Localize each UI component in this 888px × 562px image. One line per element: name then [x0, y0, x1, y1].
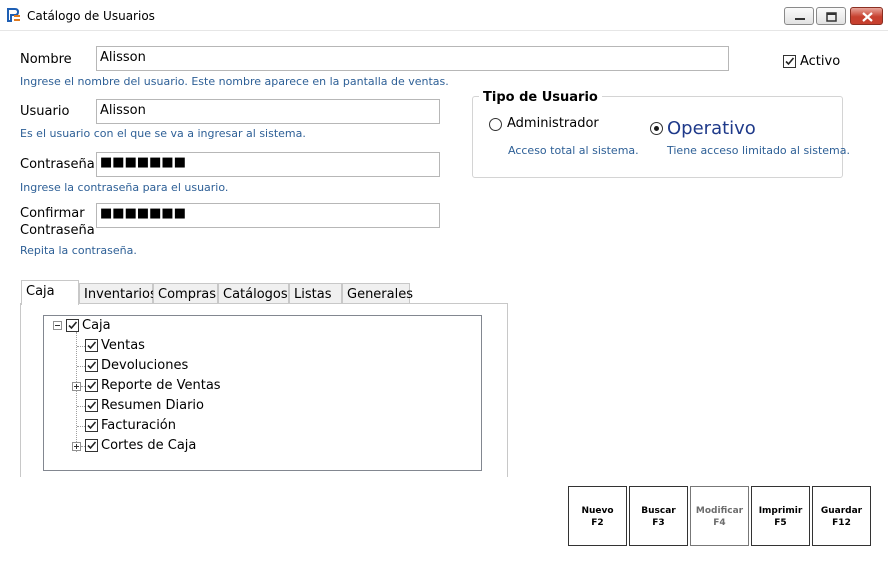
- contrasena-hint: Ingrese la contraseña para el usuario.: [20, 181, 229, 194]
- confirmar-input[interactable]: ■■■■■■■: [96, 203, 440, 228]
- modificar-button[interactable]: Modificar F4: [690, 486, 749, 546]
- checkbox-checked-icon: [783, 55, 796, 68]
- contrasena-label: Contraseña: [20, 157, 95, 172]
- nombre-label: Nombre: [20, 52, 72, 67]
- modificar-label: Modificar: [695, 506, 744, 516]
- tab-listas[interactable]: Listas: [289, 283, 342, 304]
- administrador-label: Administrador: [507, 116, 599, 131]
- modificar-shortcut: F4: [713, 518, 726, 528]
- window-title: Catálogo de Usuarios: [27, 9, 155, 23]
- tree-node-label: Devoluciones: [101, 358, 189, 373]
- nuevo-shortcut: F2: [591, 518, 604, 528]
- tree-connector: [77, 346, 85, 347]
- activo-label: Activo: [800, 54, 841, 69]
- radio-administrador[interactable]: Administrador: [489, 115, 639, 135]
- tree-connector: [77, 366, 85, 367]
- tab-compras[interactable]: Compras: [153, 283, 218, 304]
- tree-node-label: Ventas: [101, 338, 145, 353]
- minimize-icon: [785, 8, 813, 24]
- tree-node-label: Reporte de Ventas: [101, 378, 221, 393]
- tipo-usuario-title: Tipo de Usuario: [479, 90, 602, 105]
- operativo-description: Tiene acceso limitado al sistema.: [667, 144, 850, 157]
- buscar-label: Buscar: [641, 506, 676, 516]
- nombre-input[interactable]: Alisson: [96, 46, 729, 71]
- tab-caja[interactable]: Caja: [21, 280, 79, 305]
- administrador-description: Acceso total al sistema.: [508, 144, 639, 157]
- guardar-button[interactable]: Guardar F12: [812, 486, 871, 546]
- tab-generales[interactable]: Generales: [342, 283, 413, 304]
- imprimir-shortcut: F5: [774, 518, 787, 528]
- tab-inventarios[interactable]: Inventarios: [79, 283, 157, 304]
- checkbox-checked-icon: [85, 399, 98, 412]
- tree-node-label: Cortes de Caja: [101, 438, 197, 453]
- tree-node-label: Resumen Diario: [101, 398, 204, 413]
- checkbox-checked-icon: [85, 359, 98, 372]
- usuario-hint: Es el usuario con el que se va a ingresa…: [20, 127, 306, 140]
- imprimir-label: Imprimir: [758, 506, 803, 516]
- collapse-icon[interactable]: [53, 321, 62, 330]
- nuevo-label: Nuevo: [581, 506, 614, 516]
- buscar-button[interactable]: Buscar F3: [629, 486, 688, 546]
- minimize-button[interactable]: [784, 7, 814, 25]
- title-bar: Catálogo de Usuarios: [0, 0, 888, 31]
- confirmar-label-line1: Confirmar: [20, 206, 85, 221]
- checkbox-checked-icon: [85, 339, 98, 352]
- radio-operativo[interactable]: Operativo: [650, 118, 800, 142]
- nuevo-button[interactable]: Nuevo F2: [568, 486, 627, 546]
- maximize-button[interactable]: [816, 7, 846, 25]
- checkbox-checked-icon: [85, 439, 98, 452]
- radio-selected-icon: [650, 122, 663, 135]
- tree-node-label: Caja: [82, 318, 111, 333]
- confirmar-label-line2: Contraseña: [20, 223, 95, 238]
- operativo-label: Operativo: [667, 118, 756, 139]
- buscar-shortcut: F3: [652, 518, 665, 528]
- tree-connector: [77, 426, 85, 427]
- radio-unselected-icon: [489, 118, 502, 131]
- tree-connector: [77, 406, 85, 407]
- expand-icon[interactable]: [72, 382, 81, 391]
- checkbox-checked-icon: [85, 379, 98, 392]
- contrasena-input[interactable]: ■■■■■■■: [96, 152, 440, 177]
- imprimir-button[interactable]: Imprimir F5: [751, 486, 810, 546]
- usuario-label: Usuario: [20, 104, 70, 119]
- tab-catalogos[interactable]: Catálogos: [218, 283, 289, 304]
- close-button[interactable]: [850, 7, 883, 25]
- guardar-shortcut: F12: [832, 518, 851, 528]
- tree-connector: [76, 332, 77, 452]
- expand-icon[interactable]: [72, 442, 81, 451]
- usuario-input[interactable]: Alisson: [96, 99, 440, 124]
- nombre-hint: Ingrese el nombre del usuario. Este nomb…: [20, 75, 449, 88]
- app-logo-icon: [7, 8, 20, 22]
- checkbox-checked-icon: [85, 419, 98, 432]
- tree-node-label: Facturación: [101, 418, 176, 433]
- confirmar-hint: Repita la contraseña.: [20, 244, 137, 257]
- close-icon: [851, 8, 882, 24]
- restore-icon: [817, 8, 845, 24]
- guardar-label: Guardar: [820, 506, 863, 516]
- checkbox-checked-icon: [66, 319, 79, 332]
